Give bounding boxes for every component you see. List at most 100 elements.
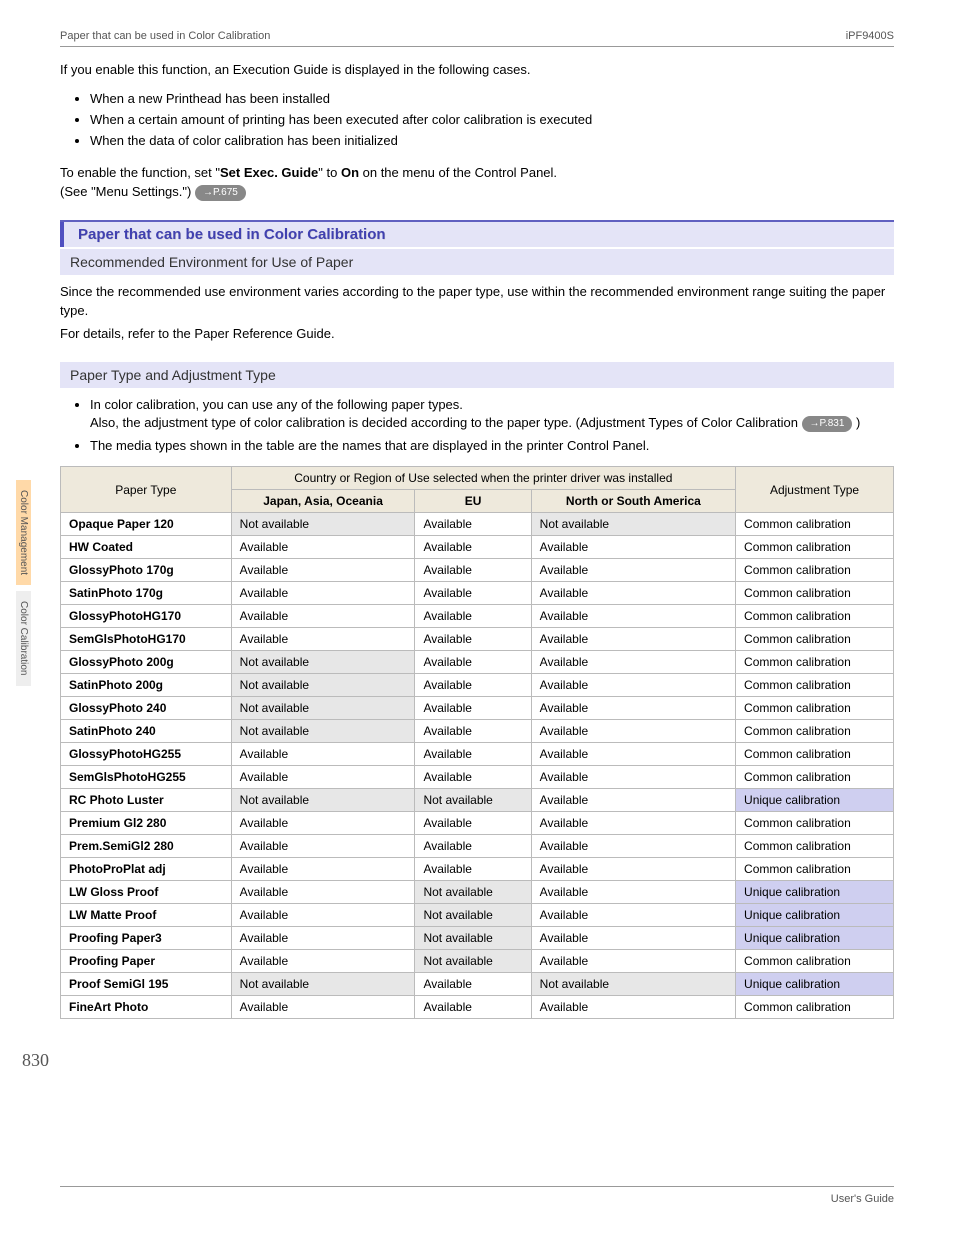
table-cell: Available (531, 628, 735, 651)
table-cell: Common calibration (736, 766, 894, 789)
table-cell: Proof SemiGl 195 (61, 973, 232, 996)
table-cell: Available (231, 605, 415, 628)
table-cell: Available (531, 651, 735, 674)
table-cell: Common calibration (736, 559, 894, 582)
th-jp: Japan, Asia, Oceania (231, 490, 415, 513)
table-cell: Not available (231, 513, 415, 536)
intro-bullet: When a new Printhead has been installed (90, 90, 894, 109)
table-cell: Available (531, 582, 735, 605)
t: " to (318, 165, 341, 180)
table-cell: GlossyPhoto 170g (61, 559, 232, 582)
table-cell: Available (415, 536, 531, 559)
table-cell: Unique calibration (736, 904, 894, 927)
intro-lead: If you enable this function, an Executio… (60, 61, 894, 80)
th-country: Country or Region of Use selected when t… (231, 467, 735, 490)
table-cell: FineArt Photo (61, 996, 232, 1019)
table-row: Opaque Paper 120Not availableAvailableNo… (61, 513, 894, 536)
page-header: Paper that can be used in Color Calibrat… (60, 30, 894, 47)
table-cell: Available (415, 743, 531, 766)
table-cell: GlossyPhotoHG170 (61, 605, 232, 628)
table-row: SemGlsPhotoHG255AvailableAvailableAvaila… (61, 766, 894, 789)
intro-bullet: When a certain amount of printing has be… (90, 111, 894, 130)
table-cell: LW Gloss Proof (61, 881, 232, 904)
table-cell: Available (531, 536, 735, 559)
table-cell: Common calibration (736, 720, 894, 743)
table-cell: Not available (415, 950, 531, 973)
table-cell: Available (415, 559, 531, 582)
table-cell: Common calibration (736, 582, 894, 605)
table-cell: Prem.SemiGl2 280 (61, 835, 232, 858)
table-cell: Unique calibration (736, 789, 894, 812)
table-cell: Proofing Paper3 (61, 927, 232, 950)
paper-table: Paper Type Country or Region of Use sele… (60, 466, 894, 1019)
table-cell: Available (531, 927, 735, 950)
t: To enable the function, set " (60, 165, 220, 180)
table-cell: Unique calibration (736, 927, 894, 950)
intro-bullets: When a new Printhead has been installed … (90, 90, 894, 151)
table-cell: Available (531, 789, 735, 812)
table-cell: Available (415, 582, 531, 605)
table-cell: Available (531, 559, 735, 582)
table-cell: Available (415, 835, 531, 858)
table-cell: Available (231, 582, 415, 605)
table-cell: Available (415, 766, 531, 789)
t: (See "Menu Settings.") (60, 184, 195, 199)
table-cell: Common calibration (736, 628, 894, 651)
table-cell: Available (231, 766, 415, 789)
table-cell: Available (531, 950, 735, 973)
table-cell: Available (531, 697, 735, 720)
table-cell: Available (531, 605, 735, 628)
page-ref-link[interactable]: →P.675 (195, 185, 246, 202)
table-row: GlossyPhotoHG255AvailableAvailableAvaila… (61, 743, 894, 766)
table-row: SatinPhoto 170gAvailableAvailableAvailab… (61, 582, 894, 605)
table-cell: Available (531, 835, 735, 858)
table-row: LW Gloss ProofAvailableNot availableAvai… (61, 881, 894, 904)
table-cell: Common calibration (736, 605, 894, 628)
table-cell: Not available (531, 513, 735, 536)
th-paper-type: Paper Type (61, 467, 232, 513)
t: ) (852, 415, 860, 430)
table-row: LW Matte ProofAvailableNot availableAvai… (61, 904, 894, 927)
table-row: Premium Gl2 280AvailableAvailableAvailab… (61, 812, 894, 835)
page-ref-link[interactable]: →P.831 (802, 416, 853, 433)
table-cell: SemGlsPhotoHG255 (61, 766, 232, 789)
table-cell: Common calibration (736, 651, 894, 674)
table-row: SemGlsPhotoHG170AvailableAvailableAvaila… (61, 628, 894, 651)
table-cell: Common calibration (736, 513, 894, 536)
sub1-p1: Since the recommended use environment va… (60, 283, 894, 321)
table-cell: Available (231, 904, 415, 927)
table-row: GlossyPhotoHG170AvailableAvailableAvaila… (61, 605, 894, 628)
table-row: Proof SemiGl 195Not availableAvailableNo… (61, 973, 894, 996)
sub2-bullets: In color calibration, you can use any of… (90, 396, 894, 457)
table-row: Proofing Paper3AvailableNot availableAva… (61, 927, 894, 950)
table-cell: Available (231, 812, 415, 835)
table-row: HW CoatedAvailableAvailableAvailableComm… (61, 536, 894, 559)
t: On (341, 165, 359, 180)
table-cell: Common calibration (736, 743, 894, 766)
table-cell: Available (415, 720, 531, 743)
table-cell: Opaque Paper 120 (61, 513, 232, 536)
table-cell: Available (415, 628, 531, 651)
table-row: Prem.SemiGl2 280AvailableAvailableAvaila… (61, 835, 894, 858)
table-cell: Available (531, 812, 735, 835)
table-cell: SatinPhoto 200g (61, 674, 232, 697)
table-cell: GlossyPhoto 200g (61, 651, 232, 674)
table-cell: Available (231, 996, 415, 1019)
table-cell: Not available (415, 789, 531, 812)
th-eu: EU (415, 490, 531, 513)
table-cell: Common calibration (736, 858, 894, 881)
table-row: SatinPhoto 200gNot availableAvailableAva… (61, 674, 894, 697)
table-cell: Available (531, 904, 735, 927)
table-row: GlossyPhoto 200gNot availableAvailableAv… (61, 651, 894, 674)
table-cell: Available (415, 513, 531, 536)
t: on the menu of the Control Panel. (359, 165, 557, 180)
side-tab-color-calibration[interactable]: Color Calibration (16, 591, 31, 685)
side-tab-color-management[interactable]: Color Management (16, 480, 31, 585)
table-cell: Available (231, 950, 415, 973)
table-row: SatinPhoto 240Not availableAvailableAvai… (61, 720, 894, 743)
table-cell: Available (531, 996, 735, 1019)
table-cell: Not available (231, 674, 415, 697)
table-cell: Available (531, 720, 735, 743)
table-cell: Common calibration (736, 674, 894, 697)
table-cell: Available (415, 651, 531, 674)
